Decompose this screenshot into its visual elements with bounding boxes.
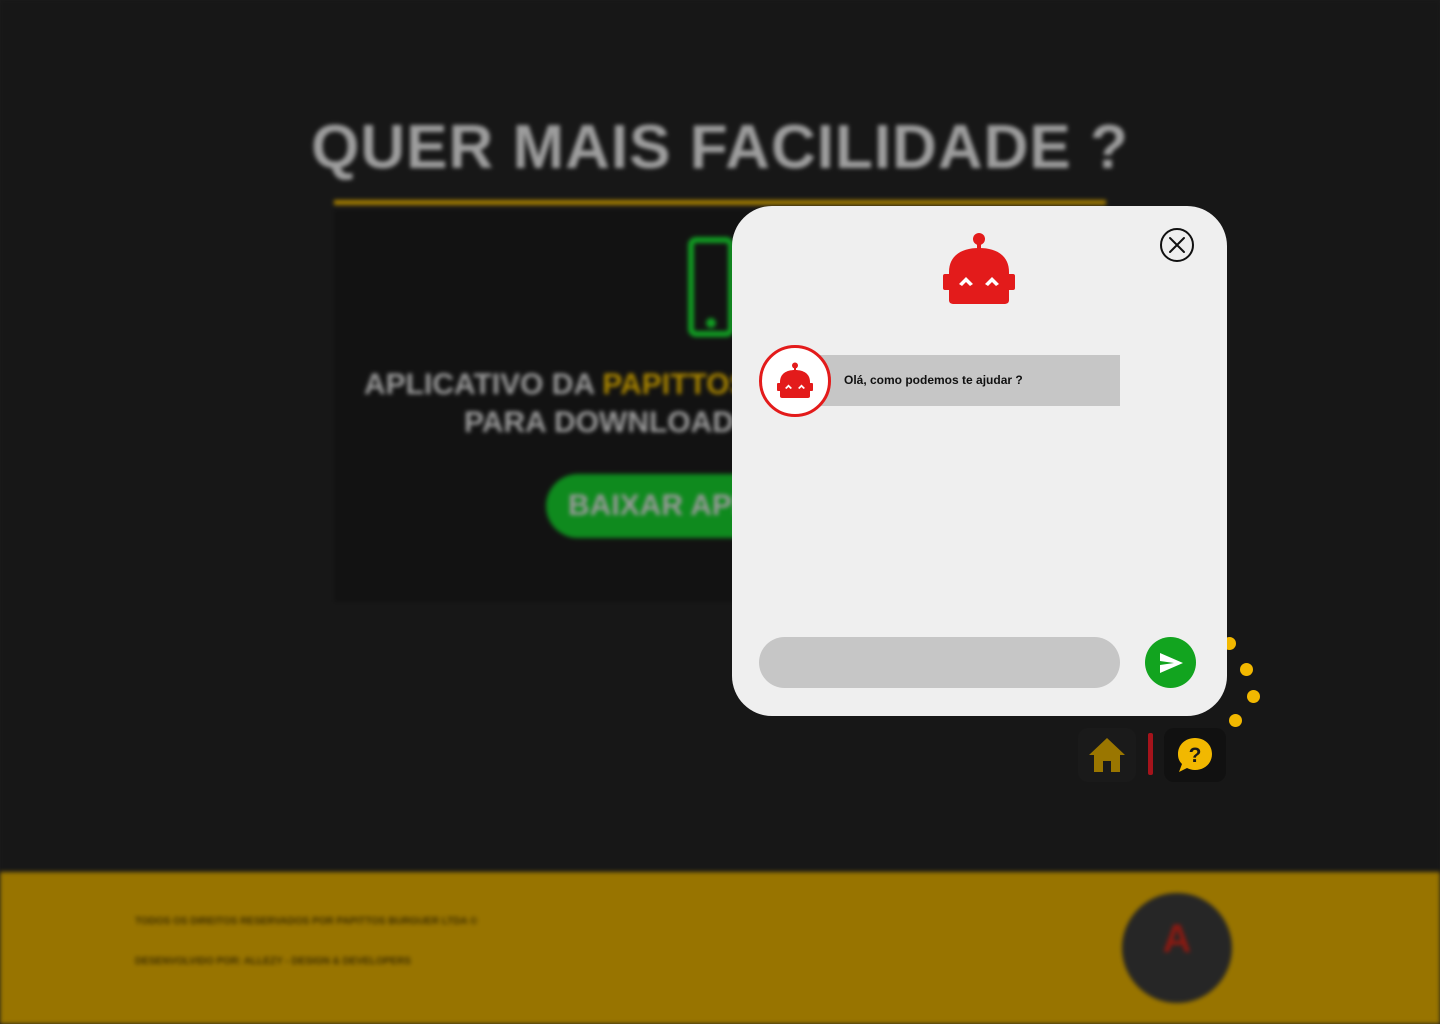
home-icon xyxy=(1089,738,1125,772)
help-chat-button[interactable]: ? xyxy=(1164,728,1226,782)
robot-icon xyxy=(777,362,813,398)
footer-developer-credit: DESENVOLVIDO POR: ALLEZY - DESIGN & DEVE… xyxy=(135,956,411,967)
svg-text:?: ? xyxy=(1189,744,1202,767)
developer-logo[interactable]: A xyxy=(1122,893,1232,1003)
bot-avatar xyxy=(759,345,831,417)
bot-message: Olá, como podemos te ajudar ? xyxy=(812,355,1120,406)
loading-dot xyxy=(1247,690,1260,703)
app-promo-prefix: APLICATIVO DA xyxy=(364,368,603,401)
app-promo-brand: PAPITTOS xyxy=(602,368,750,401)
chat-window: Olá, como podemos te ajudar ? xyxy=(732,206,1227,716)
dock-divider xyxy=(1148,733,1153,775)
app-promo-subtext: PARA DOWNLOAD xyxy=(464,406,734,439)
send-message-button[interactable] xyxy=(1145,637,1196,688)
robot-icon xyxy=(943,233,1015,304)
footer-rights: TODOS OS DIREITOS RESERVADOS POR PAPITTO… xyxy=(135,916,478,927)
close-icon xyxy=(1169,237,1185,253)
hero-title: QUER MAIS FACILIDADE ? xyxy=(311,113,1129,182)
loading-dot xyxy=(1229,714,1242,727)
home-button[interactable] xyxy=(1078,728,1136,782)
page: QUER MAIS FACILIDADE ? APLICATIVO DA PAP… xyxy=(0,0,1440,1024)
close-chat-button[interactable] xyxy=(1160,228,1194,262)
hero-underline xyxy=(334,200,1106,205)
phone-icon xyxy=(688,237,734,337)
send-icon xyxy=(1159,652,1183,673)
footer: TODOS OS DIREITOS RESERVADOS POR PAPITTO… xyxy=(0,872,1440,1024)
chat-message-input[interactable] xyxy=(759,637,1120,688)
developer-logo-glyph: A xyxy=(1162,917,1192,961)
loading-dot xyxy=(1240,663,1253,676)
help-chat-icon: ? xyxy=(1178,738,1212,772)
app-promo-text: APLICATIVO DA PAPITTOS xyxy=(364,368,750,402)
